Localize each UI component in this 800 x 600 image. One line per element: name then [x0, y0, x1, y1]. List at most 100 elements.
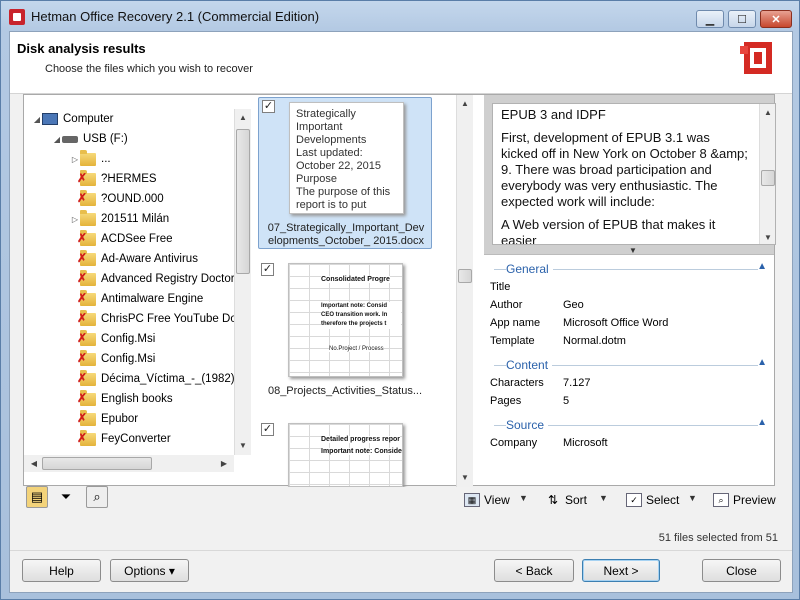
scroll-up-icon[interactable]: ▲: [457, 95, 473, 112]
close-window-button[interactable]: ✕: [760, 10, 792, 28]
view-button[interactable]: ▦ View: [464, 490, 510, 510]
tree-item-folder[interactable]: Décima_Víctima_-_(1982)_: [70, 369, 241, 389]
next-button[interactable]: Next >: [582, 559, 660, 582]
preview-paragraph: A Web version of EPUB that makes it easi…: [501, 217, 716, 245]
document-thumbnail[interactable]: Strategically Important Developments Las…: [289, 102, 404, 214]
scroll-up-icon[interactable]: ▲: [760, 104, 775, 121]
file-checkbox[interactable]: ✓: [262, 100, 275, 113]
tree-item-folder[interactable]: Ad-Aware Antivirus: [70, 249, 198, 269]
section-source[interactable]: Source ▲: [484, 415, 774, 435]
file-name: 08_Projects_Activities_Status...: [267, 385, 423, 397]
thumbnail-text: Important note: Conside: [321, 448, 402, 455]
deleted-folder-icon: [77, 189, 96, 206]
section-content[interactable]: Content ▲: [484, 355, 774, 375]
title-bar[interactable]: Hetman Office Recovery 2.1 (Commercial E…: [1, 1, 800, 31]
property-row: Company Microsoft: [490, 435, 774, 453]
scroll-down-icon[interactable]: ▼: [457, 469, 473, 486]
property-value: 7.127: [563, 377, 591, 389]
sort-dropdown-icon[interactable]: ▼: [599, 493, 608, 503]
scroll-right-icon[interactable]: ▶: [216, 455, 232, 472]
scroll-down-icon[interactable]: ▼: [760, 229, 775, 244]
tree-item-folder[interactable]: Antimalware Engine: [70, 289, 203, 309]
minimize-button[interactable]: ▁: [696, 10, 724, 28]
search-icon[interactable]: ⌕: [86, 486, 108, 508]
collapse-chevron-icon[interactable]: ▲: [757, 417, 767, 428]
spreadsheet-thumbnail[interactable]: Consolidated Progre Important note: Cons…: [288, 263, 403, 377]
deleted-folder-icon: [77, 429, 96, 446]
select-dropdown-icon[interactable]: ▼: [688, 493, 697, 503]
tree-item-folder[interactable]: ChrisPC Free YouTube Dov: [70, 309, 242, 329]
back-button[interactable]: < Back: [494, 559, 574, 582]
tree-vertical-scrollbar[interactable]: ▲ ▼: [234, 109, 251, 455]
property-key: App name: [490, 317, 541, 329]
file-item[interactable]: ✓ Detailed progress repor Important note…: [258, 421, 432, 487]
file-checkbox[interactable]: ✓: [261, 423, 274, 436]
file-checkbox[interactable]: ✓: [261, 263, 274, 276]
maximize-button[interactable]: ☐: [728, 10, 756, 28]
deleted-folder-icon: [77, 269, 96, 286]
close-button[interactable]: Close: [702, 559, 781, 582]
thumbnail-text: Detailed progress repor: [321, 436, 400, 443]
thumbnail-text: No.Project / Process: [329, 346, 384, 352]
tree-item-folder[interactable]: ?OUND.000: [70, 189, 164, 209]
collapse-arrow-icon[interactable]: ◢: [52, 135, 62, 144]
scroll-down-icon[interactable]: ▼: [235, 437, 251, 454]
spreadsheet-thumbnail[interactable]: Detailed progress repor Important note: …: [288, 423, 403, 487]
expand-arrow-icon[interactable]: ▷: [70, 155, 80, 164]
file-item[interactable]: ✓ Consolidated Progre Important note: Co…: [258, 261, 432, 401]
preview-viewport[interactable]: EPUB 3 and IDPF First, development of EP…: [492, 103, 776, 245]
scrollbar-thumb[interactable]: [42, 457, 152, 470]
scrollbar-thumb[interactable]: [236, 129, 250, 274]
tree-item-folder[interactable]: ▷...: [70, 149, 111, 169]
file-name: elopments_October_ 2015.docx: [268, 235, 424, 247]
folder-tree[interactable]: ◢ Computer ◢ USB (F:) ▷... ?HERMES ?OUND…: [24, 109, 251, 454]
tree-item-folder[interactable]: ACDSee Free: [70, 229, 173, 249]
preview-button[interactable]: ⌕ Preview: [713, 490, 776, 510]
property-value: Microsoft: [563, 437, 608, 449]
tree-item-folder[interactable]: Advanced Registry Doctor: [70, 269, 235, 289]
tree-item-label: Computer: [63, 113, 114, 125]
tree-item-folder[interactable]: ?HERMES: [70, 169, 157, 189]
scroll-left-icon[interactable]: ◀: [26, 455, 42, 472]
thumbnail-text: Consolidated Progre: [321, 276, 390, 283]
deleted-folder-icon: [77, 309, 96, 326]
tree-item-folder[interactable]: Epubor: [70, 409, 138, 429]
page-title: Disk analysis results: [17, 41, 146, 56]
preview-icon: ⌕: [713, 493, 729, 507]
details-pane: EPUB 3 and IDPF First, development of EP…: [484, 95, 776, 487]
collapse-chevron-icon[interactable]: ▲: [757, 357, 767, 368]
tree-horizontal-scrollbar[interactable]: ◀ ▶: [24, 455, 234, 472]
collapse-arrow-icon[interactable]: ◢: [32, 115, 42, 124]
file-item[interactable]: ✓ Strategically Important Developments L…: [258, 97, 432, 249]
tree-item-usb-drive[interactable]: ◢ USB (F:): [52, 129, 128, 149]
expand-arrow-icon[interactable]: ▷: [70, 215, 80, 224]
tree-item-folder[interactable]: FeyConverter: [70, 429, 171, 449]
sort-button[interactable]: ⇅ Sort: [545, 490, 587, 510]
view-dropdown-icon[interactable]: ▼: [519, 493, 528, 503]
tree-item-folder[interactable]: Config.Msi: [70, 349, 155, 369]
select-label: Select: [646, 493, 680, 507]
file-thumbnail-list[interactable]: ✓ Strategically Important Developments L…: [256, 95, 461, 487]
filter-icon[interactable]: ⏷: [55, 486, 77, 508]
section-general[interactable]: General ▲: [484, 259, 774, 279]
tree-item-label: Config.Msi: [101, 333, 156, 345]
tree-item-label: Antimalware Engine: [101, 293, 204, 305]
help-button[interactable]: Help: [22, 559, 101, 582]
property-key: Title: [490, 281, 511, 293]
tree-item-folder[interactable]: English books: [70, 389, 173, 409]
preview-scrollbar[interactable]: ▲ ▼: [759, 104, 775, 244]
preview-paragraph: EPUB 3 and IDPF: [501, 107, 606, 122]
tree-item-computer[interactable]: ◢ Computer: [32, 109, 114, 129]
deleted-folder-icon: [77, 389, 96, 406]
tree-item-folder[interactable]: ▷ 201511 Milán: [70, 209, 169, 229]
scrollbar-thumb[interactable]: [761, 170, 775, 186]
scroll-up-icon[interactable]: ▲: [235, 109, 251, 126]
collapse-chevron-icon[interactable]: ▲: [757, 261, 767, 272]
splitter-arrow-icon[interactable]: ▼: [629, 246, 637, 255]
scrollbar-thumb[interactable]: [458, 269, 472, 283]
tree-item-folder[interactable]: Config.Msi: [70, 329, 155, 349]
options-button[interactable]: Options ▾: [110, 559, 189, 582]
select-button[interactable]: ✓ Select: [626, 490, 679, 510]
folder-view-icon[interactable]: ▤: [26, 486, 48, 508]
files-vertical-scrollbar[interactable]: ▲ ▼: [456, 95, 473, 487]
